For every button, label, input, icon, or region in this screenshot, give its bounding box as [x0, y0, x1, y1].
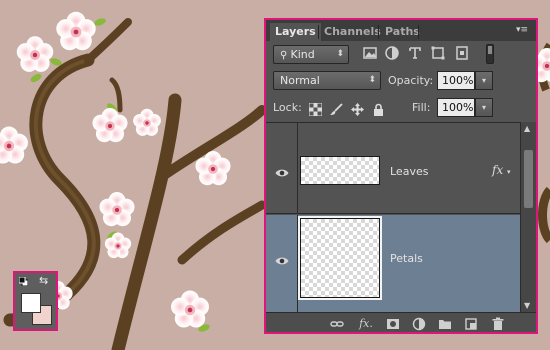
delete-layer-icon[interactable] [491, 317, 505, 331]
opacity-dropdown-button[interactable]: ▾ [475, 71, 493, 90]
fill-dropdown-button[interactable]: ▾ [475, 98, 493, 117]
scroll-thumb[interactable] [524, 150, 533, 208]
opacity-input[interactable]: 100% [437, 71, 475, 90]
visibility-cell[interactable] [266, 215, 298, 312]
chevron-updown-icon: ⬍ [368, 75, 376, 85]
layer-effects-icon[interactable]: fx [492, 163, 503, 177]
link-layers-icon[interactable] [330, 317, 344, 331]
new-layer-icon[interactable] [464, 317, 478, 331]
blend-mode-value: Normal [280, 74, 320, 87]
panel-menu-icon[interactable]: ▾≡ [516, 25, 530, 35]
eye-icon[interactable] [275, 163, 289, 177]
lock-transparent-icon[interactable] [309, 101, 322, 116]
shape-filter-icon[interactable] [430, 45, 446, 61]
scroll-down-arrow-icon[interactable]: ▼ [524, 301, 530, 310]
filter-toggle-switch[interactable] [486, 44, 494, 64]
lock-position-icon[interactable] [351, 101, 364, 116]
layers-panel: Layers Channels Paths ▾≡ ⚲ Kind ⬍ Normal… [264, 18, 538, 334]
layer-name[interactable]: Leaves [390, 165, 428, 178]
fill-label: Fill: [412, 101, 431, 114]
search-icon: ⚲ [280, 50, 291, 61]
default-colors-icon[interactable] [19, 277, 28, 286]
adjustment-filter-icon[interactable] [384, 45, 400, 61]
eye-icon[interactable] [275, 251, 289, 265]
adjustment-layer-icon[interactable] [412, 317, 426, 331]
panel-tab-bar: Layers Channels Paths ▾≡ [266, 20, 536, 41]
image-filter-icon[interactable] [362, 45, 378, 61]
lock-label: Lock: [273, 101, 302, 114]
layer-style-icon[interactable]: fx. [357, 317, 375, 331]
tab-channels[interactable]: Channels [319, 23, 386, 41]
fill-input[interactable]: 100% [437, 98, 475, 117]
layer-thumbnail[interactable] [298, 216, 382, 300]
filter-kind-dropdown[interactable]: ⚲ Kind ⬍ [273, 45, 349, 64]
blend-row: Normal ⬍ Opacity: 100% ▾ [266, 68, 536, 95]
layer-name[interactable]: Petals [390, 252, 423, 265]
layer-row-leaves[interactable]: Leaves fx ▾ [266, 123, 520, 214]
lock-all-icon[interactable] [372, 101, 385, 116]
layer-thumbnail[interactable] [300, 156, 380, 185]
layer-row-petals[interactable]: Petals [266, 215, 520, 313]
panel-footer: fx. [266, 312, 536, 332]
blend-mode-dropdown[interactable]: Normal ⬍ [273, 71, 381, 90]
lock-image-icon[interactable] [330, 101, 343, 115]
foreground-color-swatch[interactable] [21, 293, 41, 313]
chevron-updown-icon: ⬍ [336, 49, 344, 59]
type-filter-icon[interactable] [407, 45, 423, 61]
filter-kind-label: Kind [290, 48, 315, 61]
tab-layers[interactable]: Layers [270, 23, 321, 41]
tab-separator [378, 25, 379, 39]
swap-colors-icon[interactable]: ⇆ [39, 275, 53, 287]
scroll-up-arrow-icon[interactable]: ▲ [524, 124, 530, 133]
chevron-down-icon[interactable]: ▾ [507, 168, 511, 176]
layer-filter-row: ⚲ Kind ⬍ [266, 41, 536, 68]
opacity-label: Opacity: [388, 74, 434, 87]
visibility-cell[interactable] [266, 123, 298, 213]
tab-separator [418, 25, 419, 39]
new-group-icon[interactable] [438, 317, 452, 331]
color-swatch-panel: ⇆ [13, 271, 58, 331]
layer-mask-icon[interactable] [386, 317, 400, 331]
lock-row: Lock: Fill: 100% ▾ [266, 95, 536, 122]
layer-list-scrollbar[interactable]: ▲ ▼ [520, 122, 536, 312]
smart-object-filter-icon[interactable] [454, 45, 470, 61]
layer-list: Leaves fx ▾ Petals [266, 122, 520, 313]
